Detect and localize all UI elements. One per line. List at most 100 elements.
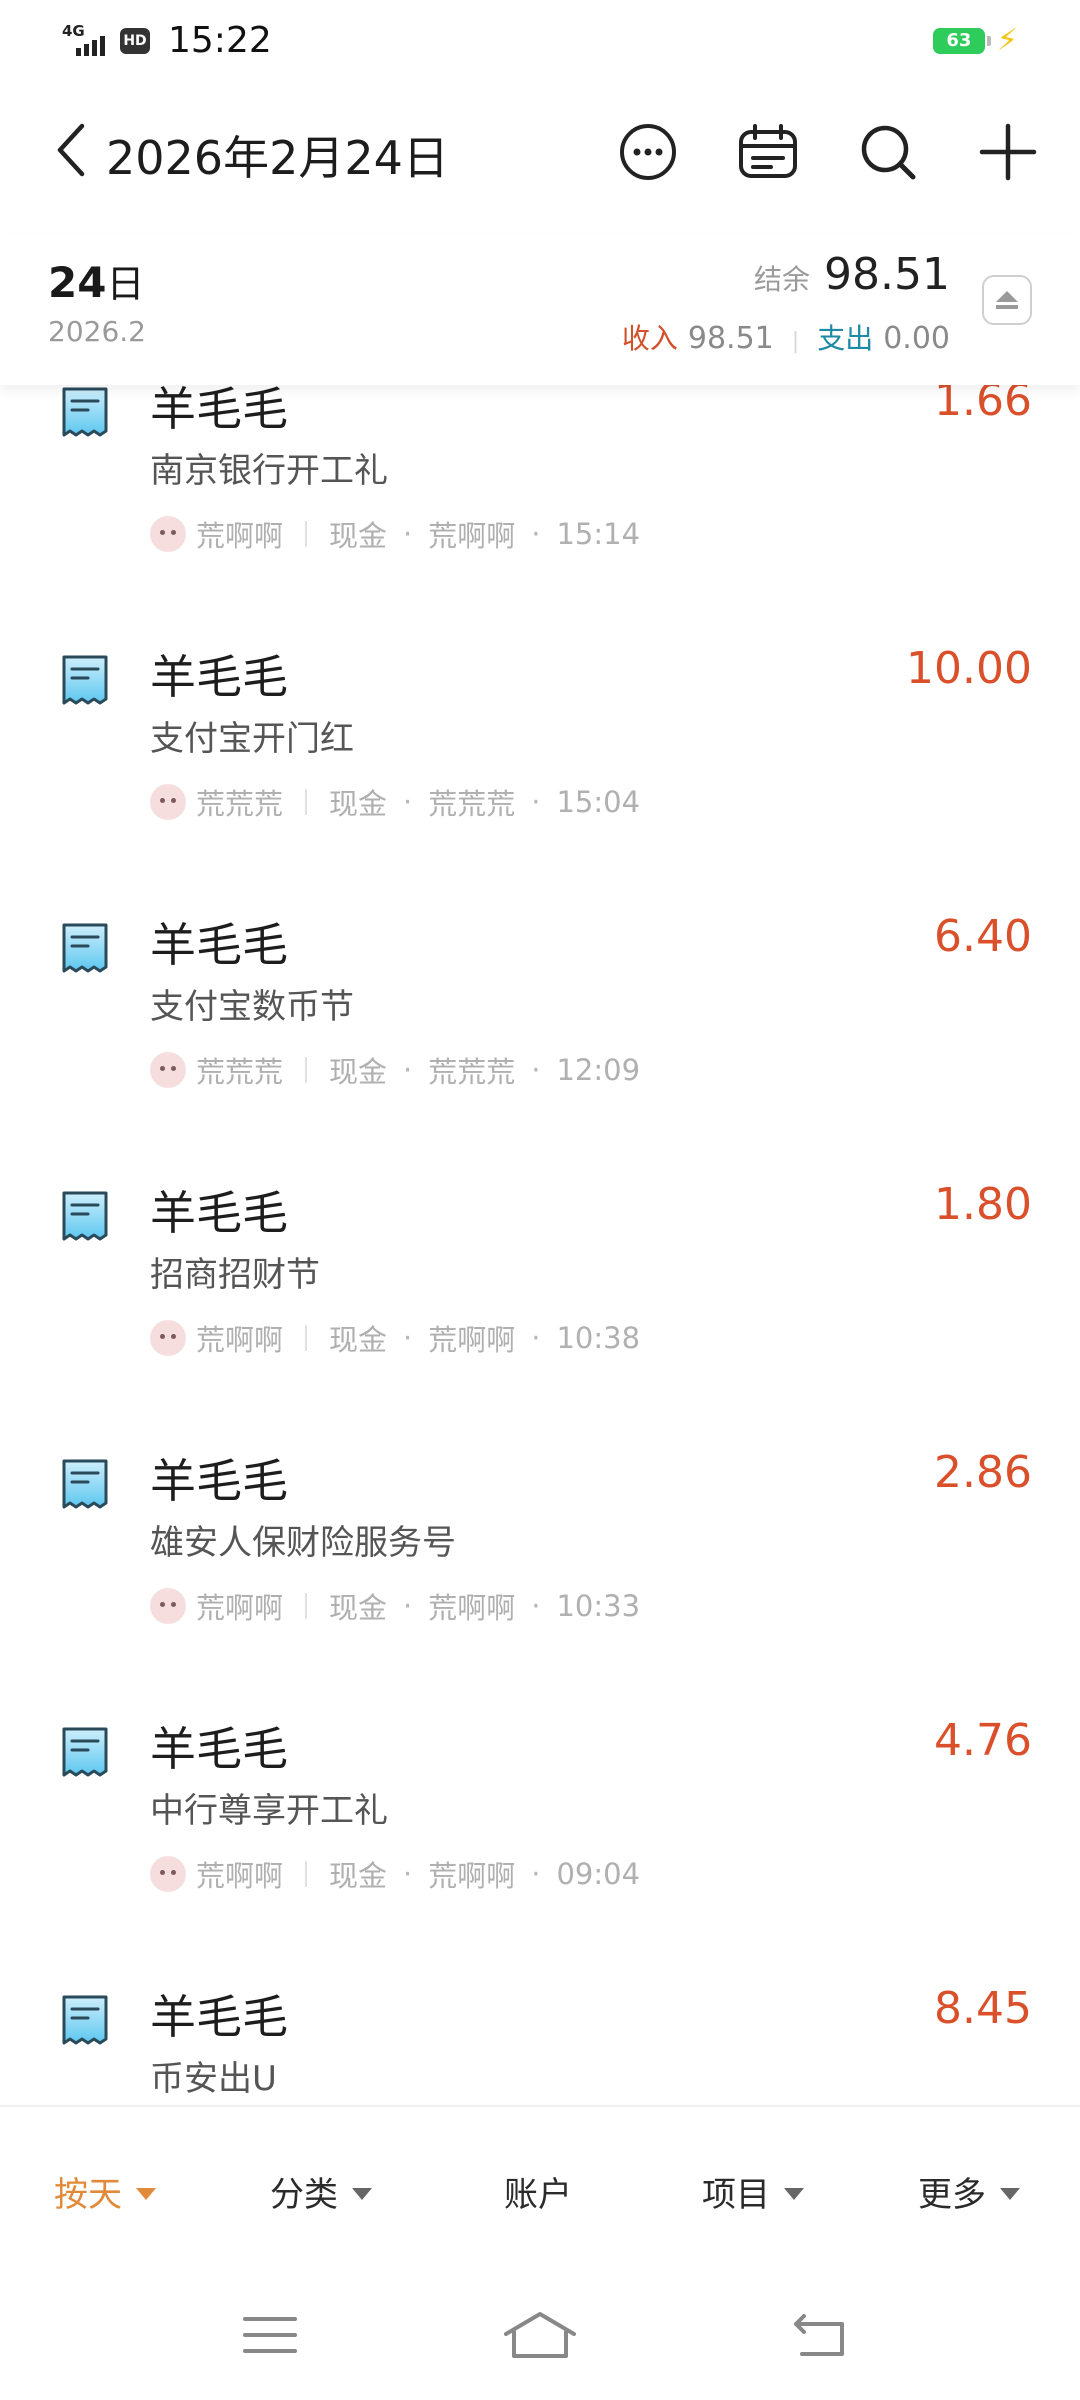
transaction-item[interactable]: 羊毛毛 10.00 支付宝开门红 荒荒荒 现金 · 荒荒荒 · 15:04 xyxy=(0,643,1080,921)
tab-more[interactable]: 更多 xyxy=(918,2167,1020,2216)
transaction-item[interactable]: 羊毛毛 1.80 招商招财节 荒啊啊 现金 · 荒啊啊 · 10:38 xyxy=(0,1179,1080,1457)
transaction-time: 15:04 xyxy=(556,785,641,819)
member-name: 荒荒荒 xyxy=(196,1055,284,1089)
back-button[interactable] xyxy=(46,118,96,182)
divider xyxy=(305,789,308,815)
collapse-button[interactable] xyxy=(982,275,1032,325)
charging-icon: ⚡ xyxy=(996,23,1018,58)
transaction-item[interactable]: 羊毛毛 2.86 雄安人保财险服务号 荒啊啊 现金 · 荒啊啊 · 10:33 xyxy=(0,1447,1080,1725)
account-name: 现金 xyxy=(329,1591,388,1625)
menu-icon xyxy=(243,2317,297,2353)
member-avatar-icon xyxy=(150,1856,186,1892)
tab-account[interactable]: 账户 xyxy=(504,2167,572,2216)
transaction-time: 10:33 xyxy=(556,1589,641,1623)
transaction-item[interactable]: 羊毛毛 1.66 南京银行开工礼 荒啊啊 现金 · 荒啊啊 · 15:14 xyxy=(0,385,1080,653)
transaction-note: 南京银行开工礼 xyxy=(150,451,388,491)
transaction-category: 羊毛毛 xyxy=(150,1722,288,1776)
transaction-amount: 8.45 xyxy=(934,1983,1032,2034)
tab-project[interactable]: 项目 xyxy=(702,2167,804,2216)
more-button[interactable] xyxy=(612,116,684,188)
bottom-tab-bar: 按天 分类 账户 项目 更多 xyxy=(0,2105,1080,2275)
tab-label: 项目 xyxy=(702,2175,770,2215)
transaction-amount: 1.66 xyxy=(934,385,1032,426)
member-name: 荒啊啊 xyxy=(196,519,284,553)
system-nav-bar xyxy=(0,2275,1080,2400)
transaction-amount: 10.00 xyxy=(906,643,1032,694)
income-label: 收入 xyxy=(621,322,678,355)
member-avatar-icon xyxy=(150,784,186,820)
book-name: 荒啊啊 xyxy=(428,519,516,553)
transaction-category: 羊毛毛 xyxy=(150,650,288,704)
dot-separator: · xyxy=(403,1589,413,1623)
more-icon xyxy=(620,124,676,180)
member-name: 荒啊啊 xyxy=(196,1323,284,1357)
book-name: 荒啊啊 xyxy=(428,1859,516,1893)
transaction-meta: 荒啊啊 现金 · 荒啊啊 · 09:04 xyxy=(150,1853,640,1895)
caret-down-icon xyxy=(1000,2187,1020,2200)
search-icon xyxy=(861,125,916,180)
transaction-amount: 4.76 xyxy=(934,1715,1032,1766)
transaction-amount: 1.80 xyxy=(934,1179,1032,1230)
transaction-note: 招商招财节 xyxy=(150,1255,320,1295)
transaction-note: 雄安人保财险服务号 xyxy=(150,1523,456,1563)
dot-separator: · xyxy=(531,1053,541,1087)
transaction-note: 支付宝数币节 xyxy=(150,987,354,1027)
home-icon xyxy=(504,2312,576,2358)
transaction-item[interactable]: 羊毛毛 8.45 币安出U xyxy=(0,1983,1080,2105)
dot-separator: · xyxy=(403,1053,413,1087)
transaction-time: 10:38 xyxy=(556,1321,641,1355)
dot-separator: · xyxy=(531,1321,541,1355)
transaction-meta: 荒啊啊 现金 · 荒啊啊 · 10:33 xyxy=(150,1585,640,1627)
transaction-category: 羊毛毛 xyxy=(150,385,288,436)
member-name: 荒荒荒 xyxy=(196,787,284,821)
account-name: 现金 xyxy=(329,1323,388,1357)
separator: | xyxy=(791,329,800,354)
battery-icon: 63 xyxy=(932,28,991,54)
receipt-icon xyxy=(62,1727,108,1777)
account-name: 现金 xyxy=(329,1859,388,1893)
status-time: 15:22 xyxy=(168,20,272,61)
divider xyxy=(305,521,308,547)
divider xyxy=(305,1861,308,1887)
tab-category[interactable]: 分类 xyxy=(270,2167,372,2216)
book-name: 荒啊啊 xyxy=(428,1591,516,1625)
transaction-category: 羊毛毛 xyxy=(150,918,288,972)
add-button[interactable] xyxy=(972,116,1044,188)
dot-separator: · xyxy=(531,1857,541,1891)
dot-separator: · xyxy=(403,1857,413,1891)
transaction-note: 中行尊享开工礼 xyxy=(150,1791,388,1831)
member-name: 荒啊啊 xyxy=(196,1591,284,1625)
book-name: 荒荒荒 xyxy=(428,787,516,821)
tab-by-day[interactable]: 按天 xyxy=(54,2167,156,2216)
caret-down-icon xyxy=(784,2187,804,2200)
day-summary: 24日 2026.2 结余 98.51 收入 98.51 | 支出 0.00 xyxy=(0,235,1080,385)
return-icon xyxy=(794,2314,844,2356)
search-button[interactable] xyxy=(852,116,924,188)
dot-separator: · xyxy=(403,785,413,819)
eject-icon xyxy=(996,291,1018,309)
member-avatar-icon xyxy=(150,1588,186,1624)
hd-badge: HD xyxy=(120,27,150,54)
book-name: 荒荒荒 xyxy=(428,1055,516,1089)
transaction-meta: 荒啊啊 现金 · 荒啊啊 · 10:38 xyxy=(150,1317,640,1359)
top-app-bar: 2026年2月24日 xyxy=(0,100,1080,200)
calendar-button[interactable] xyxy=(732,116,804,188)
transaction-category: 羊毛毛 xyxy=(150,1990,288,2044)
transaction-amount: 6.40 xyxy=(934,911,1032,962)
transaction-item[interactable]: 羊毛毛 6.40 支付宝数币节 荒荒荒 现金 · 荒荒荒 · 12:09 xyxy=(0,911,1080,1189)
transaction-time: 09:04 xyxy=(556,1857,641,1891)
back-nav-button[interactable] xyxy=(780,2295,860,2375)
add-icon xyxy=(979,123,1037,181)
dot-separator: · xyxy=(531,517,541,551)
home-button[interactable] xyxy=(500,2295,580,2375)
balance-label: 结余 xyxy=(754,263,811,296)
recents-button[interactable] xyxy=(230,2295,310,2375)
day-number: 24日 xyxy=(48,258,145,307)
transaction-note: 币安出U xyxy=(150,2059,277,2099)
receipt-icon xyxy=(62,923,108,973)
balance-value: 98.51 xyxy=(824,249,950,300)
transaction-item[interactable]: 羊毛毛 4.76 中行尊享开工礼 荒啊啊 现金 · 荒啊啊 · 09:04 xyxy=(0,1715,1080,1993)
month-label: 2026.2 xyxy=(48,315,146,348)
transaction-list[interactable]: 羊毛毛 1.66 南京银行开工礼 荒啊啊 现金 · 荒啊啊 · 15:14 羊毛 xyxy=(0,385,1080,2105)
account-name: 现金 xyxy=(329,519,388,553)
